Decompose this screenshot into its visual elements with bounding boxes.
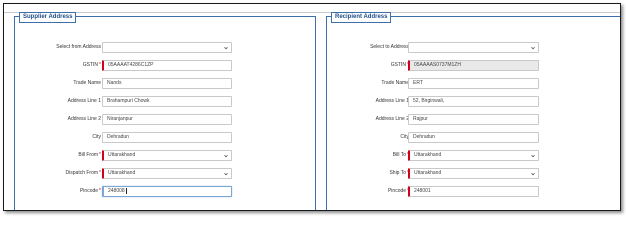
recipient-address2-label: Address Line 2 [375, 116, 409, 122]
supplier-dispatch-from-dropdown[interactable]: Uttarakhand [102, 168, 232, 179]
supplier-city-input[interactable]: Dehradun [102, 132, 232, 143]
recipient-pincode-label: Pincode* [387, 188, 409, 194]
supplier-address-legend: Supplier Address [19, 12, 77, 23]
recipient-address2-row: Address Line 2 Rajpur [327, 114, 620, 126]
recipient-select-label: Select to Address [370, 44, 409, 50]
recipient-pincode-row: Pincode* 248001 [327, 186, 620, 198]
recipient-ship-to-dropdown[interactable]: Uttarakhand [408, 168, 539, 179]
supplier-pincode-input[interactable]: 248008 [102, 186, 232, 197]
supplier-bill-from-label: Bill From* [78, 152, 101, 158]
supplier-address2-row: Address Line 2 Niranjanpur [15, 114, 315, 126]
supplier-select-label: Select from Address [56, 44, 101, 50]
supplier-bill-from-row: Bill From* Uttarakhand [15, 150, 315, 162]
recipient-address-legend: Recipient Address [331, 12, 392, 23]
supplier-dispatch-from-label: Dispatch From* [65, 170, 101, 176]
supplier-select-row: Select from Address [15, 42, 315, 54]
supplier-address1-label: Address Line 1 [67, 98, 101, 104]
supplier-city-row: City Dehradun [15, 132, 315, 144]
supplier-trade-name-row: Trade Name Nands [15, 78, 315, 90]
recipient-ship-to-row: Ship To* Uttarakhand [327, 168, 620, 180]
supplier-bill-from-dropdown[interactable]: Uttarakhand [102, 150, 232, 161]
recipient-address1-input[interactable]: 52, Birginwali, [408, 96, 539, 107]
text-cursor [125, 187, 127, 194]
recipient-ship-to-label: Ship To* [389, 170, 409, 176]
supplier-pincode-row: Pincode* 248008 [15, 186, 315, 198]
recipient-bill-to-dropdown[interactable]: Uttarakhand [408, 150, 539, 161]
supplier-trade-name-input[interactable]: Nands [102, 78, 232, 89]
chevron-down-icon [224, 173, 228, 176]
supplier-gstin-row: GSTIN* 05AAAAT4286C1ZP [15, 60, 315, 72]
recipient-trade-name-input[interactable]: ERT [408, 78, 539, 89]
recipient-pincode-input[interactable]: 248001 [408, 186, 539, 197]
recipient-gstin-row: GSTIN* 05AAAAS0737M1ZH [327, 60, 620, 72]
recipient-select-dropdown[interactable] [408, 42, 539, 53]
supplier-city-label: City [92, 134, 101, 140]
top-divider [4, 12, 620, 13]
supplier-select-dropdown[interactable] [102, 42, 232, 53]
recipient-address1-label: Address Line 1 [375, 98, 409, 104]
supplier-gstin-input[interactable]: 05AAAAT4286C1ZP [102, 60, 232, 71]
supplier-pincode-label: Pincode* [79, 188, 101, 194]
recipient-gstin-label: GSTIN* [390, 62, 409, 68]
chevron-down-icon [224, 155, 228, 158]
supplier-address-panel: Supplier Address Select from Address GST… [14, 12, 316, 210]
recipient-city-input[interactable]: Dehradun [408, 132, 539, 143]
chevron-down-icon [224, 47, 228, 50]
recipient-trade-name-label: Trade Name [381, 80, 409, 86]
recipient-trade-name-row: Trade Name ERT [327, 78, 620, 90]
recipient-select-row: Select to Address [327, 42, 620, 54]
recipient-bill-to-row: Bill To* Uttarakhand [327, 150, 620, 162]
recipient-bill-to-label: Bill To* [392, 152, 409, 158]
recipient-address-panel: Recipient Address Select to Address GSTI… [326, 12, 620, 210]
supplier-dispatch-from-row: Dispatch From* Uttarakhand [15, 168, 315, 180]
supplier-address2-label: Address Line 2 [67, 116, 101, 122]
supplier-address1-row: Address Line 1 Brahampuri Chowk [15, 96, 315, 108]
window-frame: Supplier Address Select from Address GST… [3, 3, 621, 211]
chevron-down-icon [531, 47, 535, 50]
supplier-address2-input[interactable]: Niranjanpur [102, 114, 232, 125]
recipient-address1-row: Address Line 1 52, Birginwali, [327, 96, 620, 108]
supplier-address1-input[interactable]: Brahampuri Chowk [102, 96, 232, 107]
chevron-down-icon [531, 155, 535, 158]
chevron-down-icon [531, 173, 535, 176]
recipient-gstin-input[interactable]: 05AAAAS0737M1ZH [408, 60, 539, 71]
recipient-address2-input[interactable]: Rajpur [408, 114, 539, 125]
supplier-gstin-label: GSTIN* [82, 62, 101, 68]
supplier-trade-name-label: Trade Name [73, 80, 101, 86]
recipient-city-row: City Dehradun [327, 132, 620, 144]
